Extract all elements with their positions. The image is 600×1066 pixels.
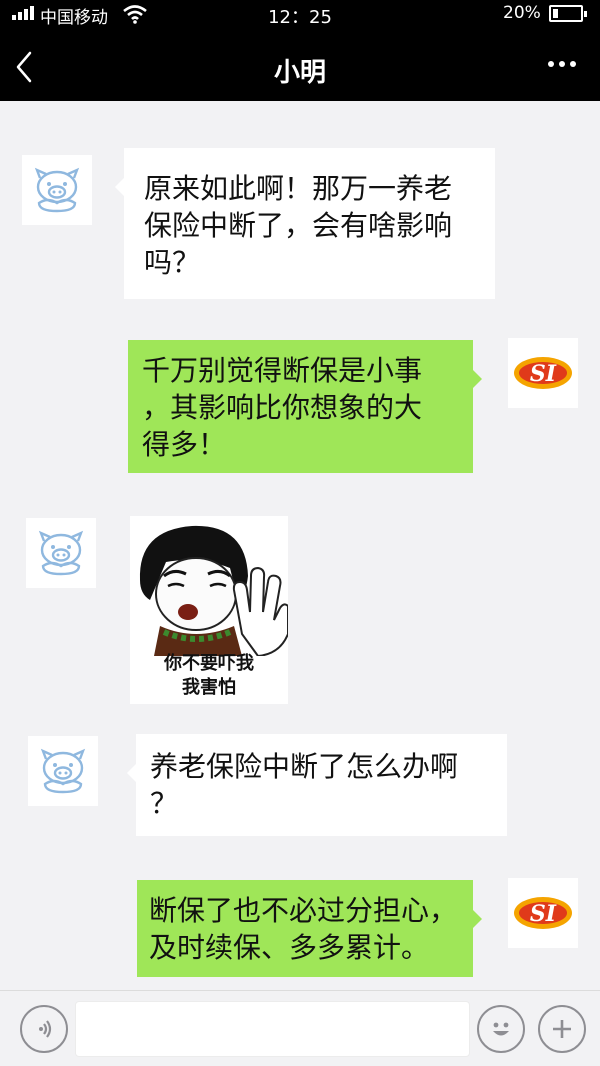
message-text: 养老保险中断了怎么办啊 ？ xyxy=(150,750,459,820)
pig-avatar-icon xyxy=(40,748,86,794)
top-bar: 中国移动 12：25 20% 小明 xyxy=(0,0,600,101)
svg-text:SI: SI xyxy=(530,901,557,927)
more-button[interactable] xyxy=(540,52,584,76)
more-dots-icon xyxy=(548,61,554,67)
message-bubble-received[interactable]: 养老保险中断了怎么办啊 ？ xyxy=(127,734,507,836)
emoji-button[interactable] xyxy=(477,1005,525,1053)
plus-button[interactable] xyxy=(538,1005,586,1053)
input-bar xyxy=(0,990,600,1066)
sticker-image[interactable]: 你不要吓我 我害怕 xyxy=(130,516,289,704)
message-text: 断保了也不必过分担心， 及时续保、多多累计。 xyxy=(149,894,458,964)
self-avatar[interactable]: SI xyxy=(508,878,578,948)
battery-icon xyxy=(549,5,587,22)
self-avatar[interactable]: SI xyxy=(508,338,578,408)
pig-avatar-icon xyxy=(38,530,84,576)
message-bubble-received[interactable]: 原来如此啊！那万一养老 保险中断了，会有啥影响 吗？ xyxy=(115,148,495,299)
battery-percent: 20% xyxy=(503,3,541,23)
contact-avatar[interactable] xyxy=(22,155,92,225)
pig-avatar-icon xyxy=(34,167,80,213)
message-input[interactable] xyxy=(75,1001,470,1057)
scared-face-sticker-icon xyxy=(139,525,289,658)
voice-button[interactable] xyxy=(20,1005,68,1053)
message-text: 千万别觉得断保是小事 ，其影响比你想象的大 得多！ xyxy=(142,354,423,461)
si-logo-icon: SI xyxy=(514,357,572,389)
message-text: 原来如此啊！那万一养老 保险中断了，会有啥影响 吗？ xyxy=(144,172,453,279)
plus-icon xyxy=(553,1020,571,1038)
contact-avatar[interactable] xyxy=(26,518,96,588)
status-bar: 中国移动 12：25 20% xyxy=(0,0,600,30)
message-bubble-sent[interactable]: 千万别觉得断保是小事 ，其影响比你想象的大 得多！ xyxy=(128,340,482,473)
emoji-icon xyxy=(493,1022,509,1036)
svg-text:SI: SI xyxy=(530,361,557,387)
chat-title: 小明 xyxy=(273,58,326,88)
si-logo-icon: SI xyxy=(514,897,572,929)
contact-avatar[interactable] xyxy=(28,736,98,806)
sticker-caption: 你不要吓我 我害怕 xyxy=(164,653,254,698)
voice-icon xyxy=(39,1020,52,1038)
message-bubble-sent[interactable]: 断保了也不必过分担心， 及时续保、多多累计。 xyxy=(137,880,482,977)
